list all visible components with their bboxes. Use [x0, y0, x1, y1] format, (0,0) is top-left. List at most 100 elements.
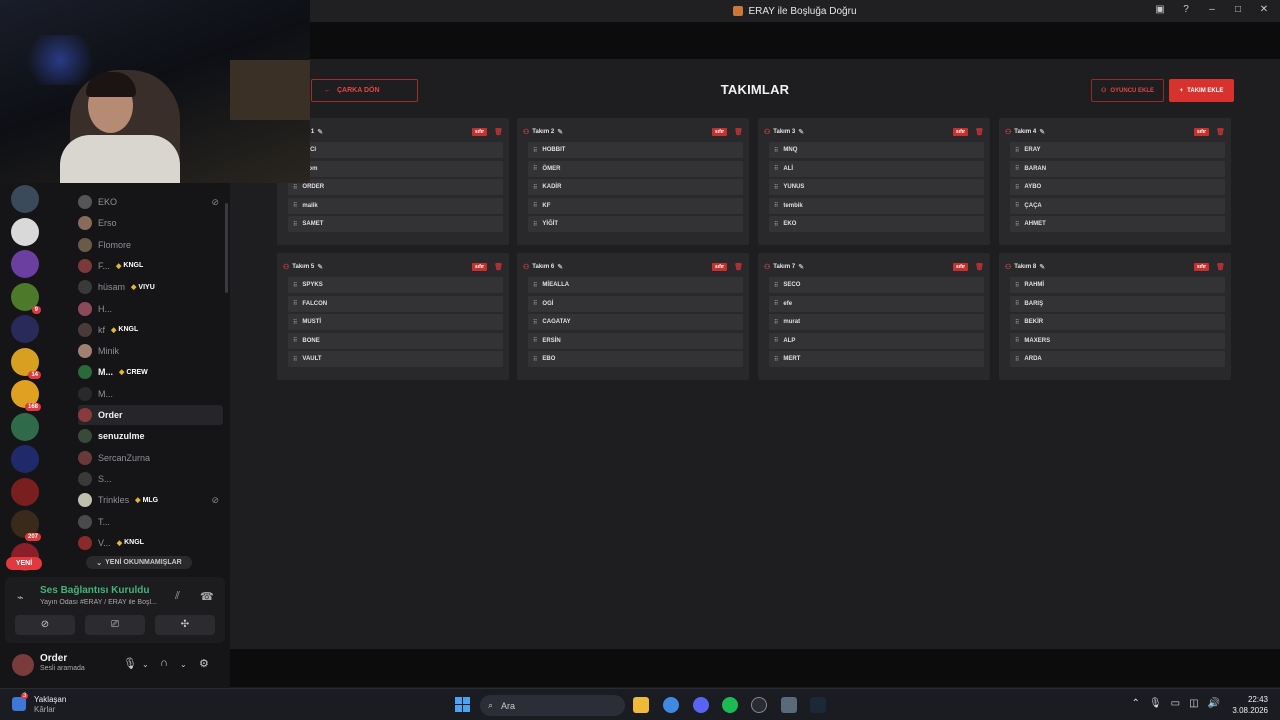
minimize-icon[interactable]: –	[1206, 3, 1218, 17]
drag-handle-icon[interactable]: ⠿	[774, 202, 779, 209]
drag-handle-icon[interactable]: ⠿	[1015, 147, 1020, 154]
member-item[interactable]: EKO ⊘	[78, 192, 223, 212]
member-item[interactable]: T...	[78, 512, 223, 532]
reset-team-button[interactable]: sıfır	[1193, 128, 1210, 136]
drag-handle-icon[interactable]: ⠿	[533, 282, 538, 289]
screen-share-button[interactable]: ⎚	[85, 615, 145, 635]
pencil-icon[interactable]: ✎	[317, 263, 323, 271]
drag-handle-icon[interactable]: ⠿	[1015, 356, 1020, 363]
chrome-icon[interactable]	[663, 697, 679, 713]
member-item[interactable]: Trinkles ◆ MLG ⊘	[78, 490, 223, 510]
player-row[interactable]: ⠿ RAHMİ	[1010, 277, 1225, 293]
player-row[interactable]: ⠿ tembik	[769, 197, 984, 214]
drag-handle-icon[interactable]: ⠿	[1015, 282, 1020, 289]
drag-handle-icon[interactable]: ⠿	[774, 319, 779, 326]
server-icon[interactable]	[11, 412, 39, 441]
player-row[interactable]: ⠿ MERT	[769, 351, 984, 368]
drag-handle-icon[interactable]: ⠿	[533, 300, 538, 307]
drag-handle-icon[interactable]: ⠿	[1015, 184, 1020, 191]
player-row[interactable]: ⠿ HOBBIT	[528, 142, 743, 158]
member-item[interactable]: S...	[78, 469, 223, 489]
player-row[interactable]: ⠿ malik	[288, 197, 503, 214]
settings-app-icon[interactable]	[781, 697, 797, 713]
close-icon[interactable]: ✕	[1258, 3, 1270, 17]
player-row[interactable]: ⠿ ALİ	[769, 160, 984, 177]
member-item[interactable]: SercanZurna	[78, 448, 223, 468]
maximize-icon[interactable]: □	[1232, 3, 1244, 17]
member-item[interactable]: H...	[78, 299, 223, 319]
trash-icon[interactable]: 🗑	[975, 263, 984, 271]
server-icon[interactable]: 168	[11, 380, 41, 411]
member-item[interactable]: M...	[78, 384, 223, 404]
player-row[interactable]: ⠿ EBO	[528, 351, 743, 368]
steam-icon[interactable]	[810, 697, 826, 713]
player-row[interactable]: ⠿ ÇAÇA	[1010, 197, 1225, 214]
microphone-icon[interactable]: 🎙	[123, 657, 137, 670]
member-item[interactable]: F... ◆ KNGL	[78, 256, 223, 276]
reset-team-button[interactable]: sıfır	[952, 263, 969, 271]
reset-team-button[interactable]: sıfır	[952, 128, 969, 136]
member-item[interactable]: kf ◆ KNGL	[78, 320, 223, 340]
new-messages-pill[interactable]: YENİ	[6, 557, 42, 570]
drag-handle-icon[interactable]: ⠿	[533, 184, 538, 191]
reset-team-button[interactable]: sıfır	[711, 128, 728, 136]
member-item[interactable]: senuzulme	[78, 426, 223, 446]
drag-handle-icon[interactable]: ⠿	[293, 319, 298, 326]
player-row[interactable]: ⠿ MNQ	[769, 142, 984, 158]
drag-handle-icon[interactable]: ⠿	[1015, 221, 1020, 228]
member-item[interactable]: Erso	[78, 213, 223, 233]
drag-handle-icon[interactable]: ⠿	[293, 221, 298, 228]
pencil-icon[interactable]: ✎	[1039, 263, 1045, 271]
player-row[interactable]: ⠿ YUNUS	[769, 179, 984, 196]
drag-handle-icon[interactable]: ⠿	[533, 202, 538, 209]
server-icon[interactable]: 207	[11, 510, 41, 541]
drag-handle-icon[interactable]: ⠿	[1015, 319, 1020, 326]
player-row[interactable]: ⠿ BARAN	[1010, 160, 1225, 177]
pencil-icon[interactable]: ✎	[317, 128, 323, 136]
chevron-up-icon[interactable]: ⌃	[1132, 698, 1140, 709]
add-team-button[interactable]: + TAKIM EKLE	[1169, 79, 1234, 102]
player-row[interactable]: ⠿ SAMET	[288, 216, 503, 233]
server-icon[interactable]	[11, 477, 39, 506]
microphone-tray-icon[interactable]: 🎙	[1149, 698, 1162, 709]
player-row[interactable]: ⠿ CAGATAY	[528, 314, 743, 331]
member-item[interactable]: Order	[78, 405, 223, 425]
member-item[interactable]: hüsam ◆ VIYU	[78, 277, 223, 297]
player-row[interactable]: ⠿…ICI	[288, 142, 503, 158]
player-row[interactable]: ⠿ YİĞİT	[528, 216, 743, 233]
mic-options-chevron-icon[interactable]: ⌄	[142, 660, 149, 669]
noise-suppression-icon[interactable]: ⫽	[175, 590, 180, 603]
unread-jump-button[interactable]: ⌄ YENİ OKUNMAMIŞLAR	[86, 556, 192, 569]
server-icon[interactable]: 14	[11, 347, 41, 379]
drag-handle-icon[interactable]: ⠿	[533, 147, 538, 154]
drag-handle-icon[interactable]: ⠿	[774, 221, 779, 228]
drag-handle-icon[interactable]: ⠿	[1015, 202, 1020, 209]
activities-button[interactable]: ✣	[155, 615, 215, 635]
player-row[interactable]: ⠿ EKO	[769, 216, 984, 233]
file-explorer-icon[interactable]	[633, 697, 649, 713]
drag-handle-icon[interactable]: ⠿	[774, 300, 779, 307]
reset-team-button[interactable]: sıfır	[711, 263, 728, 271]
drag-handle-icon[interactable]: ⠿	[774, 184, 779, 191]
taskbar-clock[interactable]: 22:43 3.08.2026	[1232, 694, 1268, 716]
player-row[interactable]: ⠿ OGİ	[528, 295, 743, 312]
drag-handle-icon[interactable]: ⠿	[533, 337, 538, 344]
obs-icon[interactable]	[751, 697, 767, 713]
player-row[interactable]: ⠿…om	[288, 160, 503, 177]
gear-icon[interactable]: ⚙	[199, 657, 209, 670]
player-row[interactable]: ⠿ KADİR	[528, 179, 743, 196]
member-item[interactable]: Flomore	[78, 235, 223, 255]
trash-icon[interactable]: 🗑	[494, 128, 503, 136]
trash-icon[interactable]: 🗑	[1216, 263, 1225, 271]
server-icon[interactable]: 9	[11, 282, 41, 314]
back-to-wheel-button[interactable]: ← ÇARKA DÖN	[311, 79, 418, 102]
help-icon[interactable]: ?	[1180, 3, 1192, 17]
drag-handle-icon[interactable]: ⠿	[293, 337, 298, 344]
drag-handle-icon[interactable]: ⠿	[533, 356, 538, 363]
drag-handle-icon[interactable]: ⠿	[293, 300, 298, 307]
member-item[interactable]: Minik	[78, 341, 223, 361]
pencil-icon[interactable]: ✎	[798, 263, 804, 271]
user-name[interactable]: Order	[40, 653, 67, 664]
taskbar-search[interactable]: ⌕ Ara	[480, 695, 625, 716]
drag-handle-icon[interactable]: ⠿	[1015, 300, 1020, 307]
